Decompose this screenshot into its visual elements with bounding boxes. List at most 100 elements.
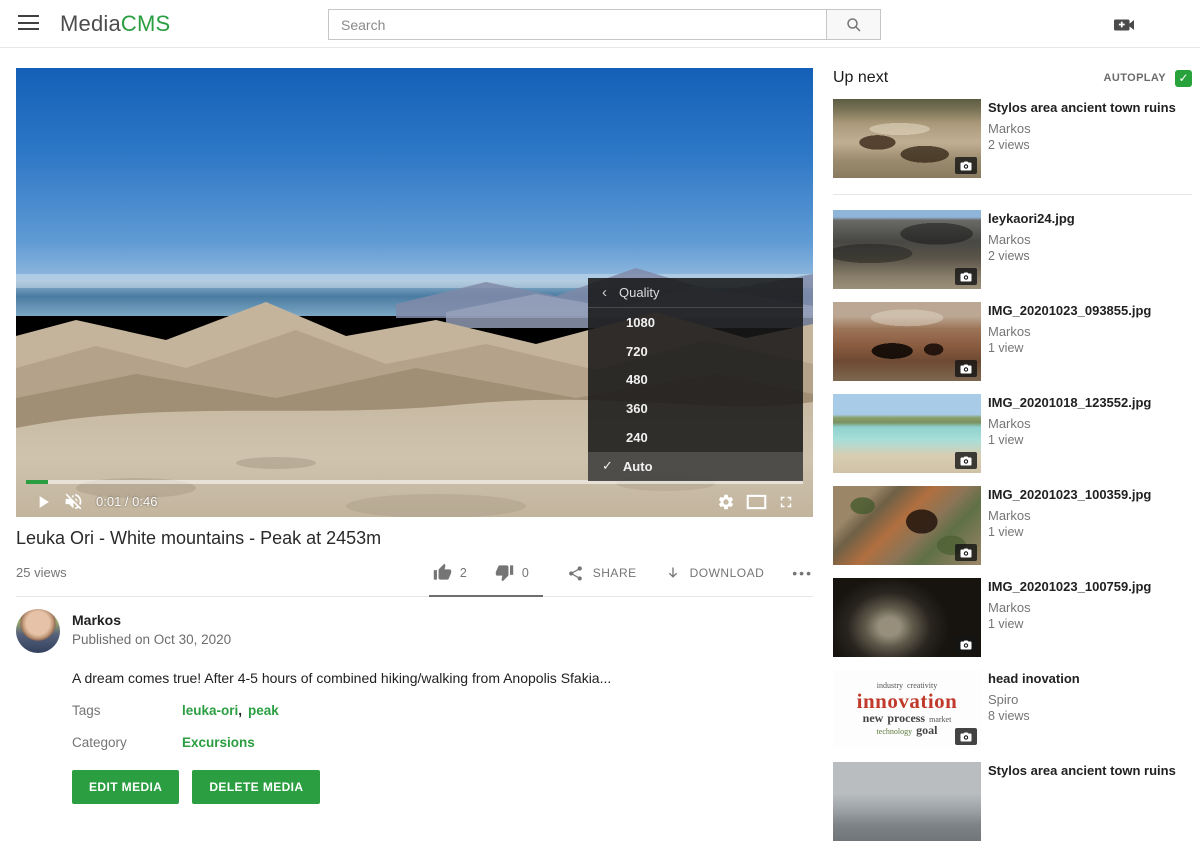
quality-option-360[interactable]: 360: [588, 394, 803, 423]
logo-media: Media: [60, 11, 121, 36]
thumbs-down-icon: [495, 563, 514, 582]
camera-icon: [960, 640, 972, 650]
chevron-left-icon: ‹: [602, 284, 607, 301]
quality-menu-title: Quality: [619, 285, 659, 300]
quality-menu: ‹ Quality 1080 720 480 360 240 ✓ Auto: [588, 278, 803, 481]
camera-icon: [960, 364, 972, 374]
camera-icon: [960, 161, 972, 171]
photo-type-badge: [955, 728, 977, 745]
search-form: [328, 9, 881, 40]
seek-bar-played: [26, 480, 48, 484]
delete-media-button[interactable]: DELETE MEDIA: [192, 770, 320, 804]
search-button[interactable]: [826, 9, 881, 40]
list-item[interactable]: IMG_20201018_123552.jpg Markos 1 view: [833, 394, 1192, 473]
fullscreen-button[interactable]: [771, 491, 801, 513]
tag-link-leuka-ori[interactable]: leuka-ori: [182, 703, 238, 718]
like-button[interactable]: 2: [433, 563, 467, 582]
share-label: SHARE: [593, 566, 637, 580]
quality-menu-back[interactable]: ‹ Quality: [588, 278, 803, 308]
autoplay-checkbox[interactable]: ✓: [1175, 70, 1192, 87]
search-input[interactable]: [328, 9, 826, 40]
search-icon: [845, 16, 863, 34]
quality-option-1080[interactable]: 1080: [588, 308, 803, 337]
settings-gear-icon: [717, 493, 735, 511]
download-icon: [665, 565, 681, 582]
category-label: Category: [72, 735, 182, 750]
quality-option-720[interactable]: 720: [588, 337, 803, 366]
logo[interactable]: MediaCMS: [60, 11, 170, 37]
photo-type-badge: [955, 268, 977, 285]
photo-type-badge: [955, 544, 977, 561]
list-item[interactable]: Stylos area ancient town ruins: [833, 762, 1192, 841]
edit-media-button[interactable]: EDIT MEDIA: [72, 770, 179, 804]
thumbnail-cave-house[interactable]: [833, 302, 981, 381]
list-item[interactable]: IMG_20201023_100759.jpg Markos 1 view: [833, 578, 1192, 657]
camera-icon: [960, 456, 972, 466]
thumbs-up-icon: [433, 563, 452, 582]
share-icon: [567, 565, 584, 582]
category-row: Category Excursions: [72, 735, 813, 750]
thumbnail-rocky-cliff[interactable]: [833, 486, 981, 565]
logo-cms: CMS: [121, 11, 171, 36]
volume-muted-icon: [63, 491, 84, 512]
photo-type-badge: [955, 636, 977, 653]
dislike-count: 0: [522, 566, 529, 580]
quality-option-480[interactable]: 480: [588, 366, 803, 395]
author-name[interactable]: Markos: [72, 612, 231, 628]
mute-button[interactable]: [58, 491, 88, 513]
fullscreen-icon: [777, 493, 795, 511]
author-avatar[interactable]: [16, 609, 60, 653]
tags-row: Tags leuka-ori, peak: [72, 703, 813, 718]
thumbnail-dark-cave[interactable]: [833, 578, 981, 657]
camera-icon: [960, 272, 972, 282]
category-link[interactable]: Excursions: [182, 735, 255, 750]
media-info: Markos Published on Oct 30, 2020 A dream…: [16, 609, 813, 804]
user-avatar[interactable]: [1159, 8, 1189, 38]
upload-video-icon[interactable]: [1113, 14, 1137, 34]
list-item[interactable]: IMG_20201023_100359.jpg Markos 1 view: [833, 486, 1192, 565]
tags-label: Tags: [72, 703, 182, 718]
theater-mode-button[interactable]: [741, 491, 771, 513]
check-icon: ✓: [1178, 71, 1188, 85]
media-actions: 2 0 SHARE DOWNLOAD •••: [429, 563, 813, 596]
description: A dream comes true! After 4-5 hours of c…: [72, 670, 772, 686]
thumbnail-innovation-wordcloud[interactable]: industrycreativity innovation newprocess…: [833, 670, 981, 749]
play-icon: [33, 492, 53, 512]
tag-separator: ,: [238, 703, 242, 718]
list-item[interactable]: leykaori24.jpg Markos 2 views: [833, 210, 1192, 289]
autoplay-label: AUTOPLAY: [1104, 72, 1167, 84]
thumbnail-leykaori24[interactable]: [833, 210, 981, 289]
views-count: 25 views: [16, 565, 67, 596]
video-player[interactable]: ‹ Quality 1080 720 480 360 240 ✓ Auto 0:…: [16, 68, 813, 517]
quality-option-240[interactable]: 240: [588, 423, 803, 452]
time-display: 0:01 / 0:46: [96, 494, 157, 509]
rate-group: 2 0: [429, 563, 543, 597]
list-item[interactable]: IMG_20201023_093855.jpg Markos 1 view: [833, 302, 1192, 381]
up-next-sidebar: Up next AUTOPLAY ✓ Stylos area ancient t…: [833, 66, 1192, 854]
download-button[interactable]: DOWNLOAD: [665, 565, 765, 595]
top-bar: MediaCMS: [0, 0, 1200, 48]
quality-option-auto[interactable]: ✓ Auto: [588, 452, 803, 481]
thumbnail-gray-mountains[interactable]: [833, 762, 981, 841]
like-count: 2: [460, 566, 467, 580]
download-label: DOWNLOAD: [690, 566, 765, 580]
photo-type-badge: [955, 157, 977, 174]
list-item[interactable]: industrycreativity innovation newprocess…: [833, 670, 1192, 749]
page-title: Leuka Ori - White mountains - Peak at 24…: [16, 528, 813, 549]
camera-icon: [960, 732, 972, 742]
thumbnail-beach-lagoon[interactable]: [833, 394, 981, 473]
menu-icon[interactable]: [18, 15, 39, 32]
list-item[interactable]: Stylos area ancient town ruins Markos 2 …: [833, 99, 1192, 195]
theater-mode-icon: [746, 494, 767, 510]
player-controls: 0:01 / 0:46: [16, 486, 813, 517]
play-button[interactable]: [28, 491, 58, 513]
photo-type-badge: [955, 452, 977, 469]
tag-link-peak[interactable]: peak: [248, 703, 279, 718]
thumbnail-stylos-ruins[interactable]: [833, 99, 981, 178]
dislike-button[interactable]: 0: [495, 563, 529, 582]
share-button[interactable]: SHARE: [567, 565, 637, 595]
up-next-heading: Up next: [833, 69, 888, 87]
camera-icon: [960, 548, 972, 558]
more-options-icon[interactable]: •••: [792, 565, 813, 594]
settings-button[interactable]: [711, 491, 741, 513]
